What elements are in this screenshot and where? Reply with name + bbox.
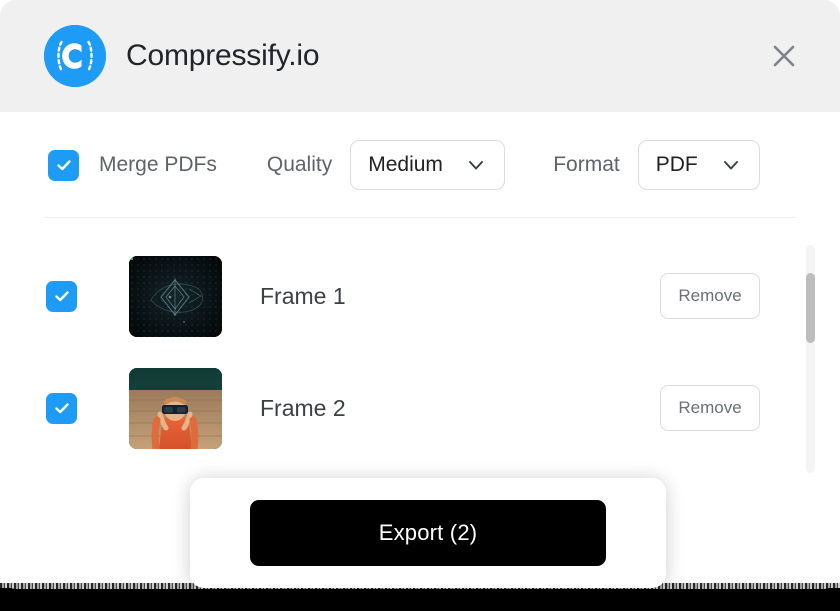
format-value: PDF [655, 153, 698, 176]
compressify-logo-icon [44, 25, 106, 87]
file-checkbox[interactable] [46, 280, 77, 312]
quality-label: Quality [266, 153, 333, 176]
merge-pdfs-checkbox[interactable] [48, 149, 79, 181]
brand-name: Compressify.io [126, 39, 320, 72]
format-control: Format PDF [553, 140, 760, 190]
file-name: Frame 1 [260, 282, 346, 309]
export-button[interactable]: Export (2) [250, 500, 606, 566]
options-toolbar: Merge PDFs Quality Medium Format PDF [0, 112, 840, 218]
chevron-down-icon [465, 154, 487, 176]
export-footer: Export (2) [190, 478, 666, 588]
quality-value: Medium [368, 153, 443, 176]
file-thumbnail [129, 367, 222, 449]
toolbar-divider [44, 217, 796, 218]
merge-pdfs-control[interactable]: Merge PDFs [48, 149, 217, 181]
format-select[interactable]: PDF [637, 140, 760, 190]
brand: Compressify.io [44, 25, 320, 87]
close-icon[interactable] [764, 36, 804, 76]
app-stage: Compressify.io Merge PDFs Quality Medium… [0, 0, 840, 611]
table-row[interactable]: Frame 1 Remove [0, 240, 840, 352]
scrollbar-track[interactable] [806, 245, 815, 473]
remove-button[interactable]: Remove [660, 385, 760, 431]
format-label: Format [553, 153, 620, 176]
chevron-down-icon [720, 154, 742, 176]
table-row[interactable]: Frame 2 Remove [0, 352, 840, 464]
scrollbar-thumb[interactable] [806, 273, 815, 343]
file-thumbnail [129, 255, 222, 337]
file-name: Frame 2 [260, 394, 346, 421]
quality-control: Quality Medium [266, 140, 506, 190]
dialog-header: Compressify.io [0, 0, 840, 112]
remove-button[interactable]: Remove [660, 273, 760, 319]
file-list: Frame 1 Remove Frame 2 Remove [0, 240, 840, 488]
quality-select[interactable]: Medium [350, 140, 506, 190]
merge-pdfs-label: Merge PDFs [99, 153, 217, 176]
file-checkbox[interactable] [46, 392, 77, 424]
